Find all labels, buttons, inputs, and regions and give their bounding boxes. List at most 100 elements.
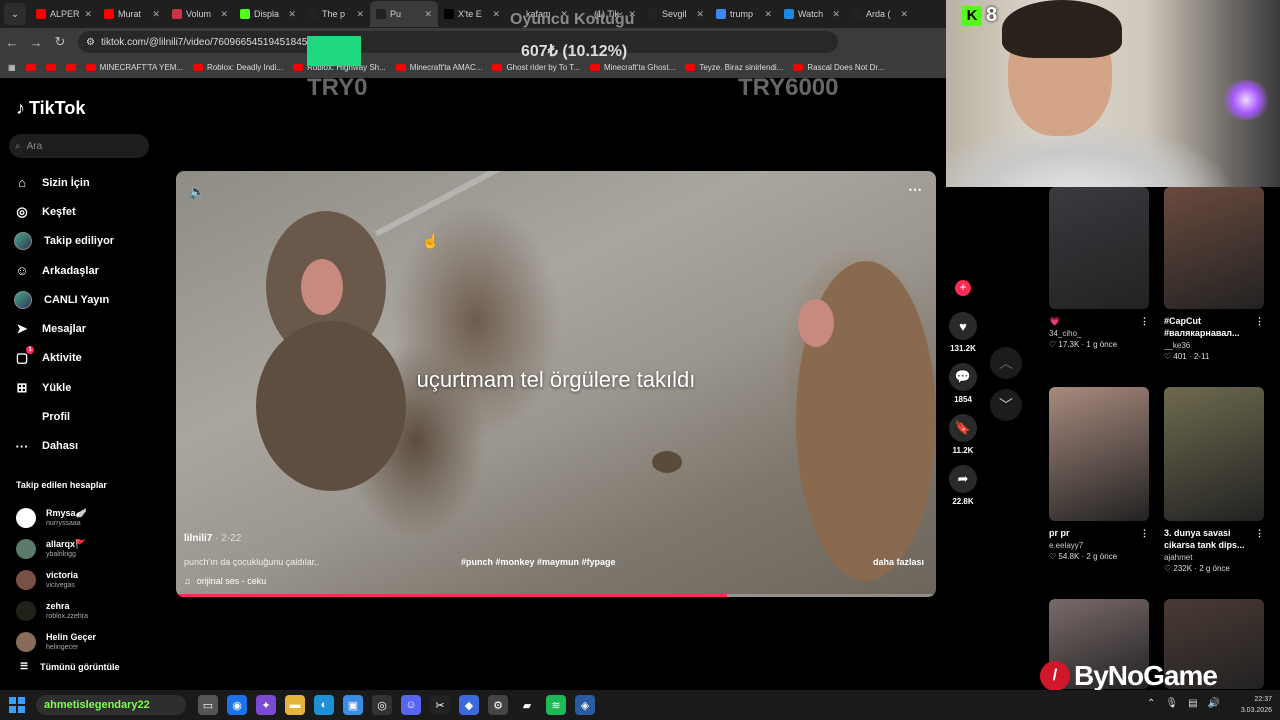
- browser-tab[interactable]: The p ✕: [302, 1, 370, 27]
- clock[interactable]: 22:37 3.03.2026: [1241, 694, 1272, 716]
- browser-tab[interactable]: Displa ✕: [234, 1, 302, 27]
- obs-icon[interactable]: ▰: [517, 695, 537, 715]
- volume-icon[interactable]: 🔈: [189, 184, 205, 200]
- app-icon[interactable]: ◆: [459, 695, 479, 715]
- more-options-icon[interactable]: ⋮: [1140, 527, 1149, 539]
- more-options-icon[interactable]: ⋮: [1255, 315, 1264, 339]
- more-options-icon[interactable]: ⋮: [1140, 315, 1149, 327]
- search-input[interactable]: ⌕ Ara: [9, 134, 149, 158]
- show-more-link[interactable]: daha fazlası: [873, 557, 924, 567]
- bookmark-youtube[interactable]: [25, 63, 36, 71]
- browser-tab[interactable]: Watch ✕: [778, 1, 846, 27]
- forward-icon[interactable]: →: [24, 35, 48, 50]
- bookmark-item[interactable]: Minecraft'ta AMAC...: [395, 63, 482, 72]
- close-icon[interactable]: ✕: [492, 9, 500, 20]
- bookmark-youtube[interactable]: [45, 63, 56, 71]
- file-explorer-icon[interactable]: ▬: [285, 695, 305, 715]
- video-player[interactable]: uçurtmam tel örgülere takıldı 🔈 ⋯ ☝ liln…: [176, 171, 936, 597]
- sidebar-item[interactable]: ··· Dahası: [14, 432, 164, 461]
- back-icon[interactable]: ←: [0, 35, 24, 50]
- task-view-icon[interactable]: ▭: [198, 695, 218, 715]
- sidebar-item[interactable]: ▢ Aktivite: [14, 344, 164, 373]
- edge-icon[interactable]: ◐: [314, 695, 334, 715]
- bookmark-item[interactable]: Minecraft'ta Ghost...: [589, 63, 675, 72]
- following-account[interactable]: allarqx🚩 ybalrilrigg: [16, 533, 166, 564]
- tab-search-button[interactable]: ⌄: [4, 3, 26, 25]
- settings-icon[interactable]: ⚙: [488, 695, 508, 715]
- browser-tab[interactable]: X'te E ✕: [438, 1, 506, 27]
- chevron-up-icon[interactable]: ⌃: [1147, 698, 1155, 709]
- tiktok-logo[interactable]: ♪ TikTok: [16, 98, 85, 119]
- url-field[interactable]: ⚙ tiktok.com/@lilnili7/video/76096654519…: [78, 31, 838, 53]
- browser-tab[interactable]: Sevgil ✕: [642, 1, 710, 27]
- bookmark-item[interactable]: Teyze. Biraz sinirlendi...: [685, 63, 783, 72]
- feed-thumbnail[interactable]: [1049, 387, 1149, 521]
- close-icon[interactable]: ✕: [84, 9, 92, 20]
- feed-user[interactable]: 34_ciho_: [1049, 329, 1149, 338]
- following-account[interactable]: Helin Geçer helingecer: [16, 626, 166, 657]
- bookmark-item[interactable]: Roblox: Deadly Indi...: [193, 63, 283, 72]
- feed-card[interactable]: #CapCut #валякарнавал... ⋮ __ke36 ♡ 401 · 2…: [1164, 187, 1264, 361]
- more-options-icon[interactable]: ⋮: [1255, 527, 1264, 551]
- feed-card[interactable]: pr pr ⋮ e.eelayy7 ♡ 54.8K · 2 g önce: [1049, 387, 1149, 561]
- bookmark-item[interactable]: Ghost rider by To T...: [492, 63, 580, 72]
- store-icon[interactable]: ▣: [343, 695, 363, 715]
- browser-tab[interactable]: Murat ✕: [98, 1, 166, 27]
- follow-button[interactable]: +: [955, 280, 971, 296]
- feed-card[interactable]: 💗 ⋮ 34_ciho_ ♡ 17.3K · 1 g önce: [1049, 187, 1149, 349]
- feed-thumbnail[interactable]: [1164, 387, 1264, 521]
- chrome-icon[interactable]: ◉: [227, 695, 247, 715]
- following-account[interactable]: victoria vicivegas: [16, 564, 166, 595]
- feed-user[interactable]: e.eelayy7: [1049, 541, 1149, 550]
- close-icon[interactable]: ✕: [900, 9, 908, 20]
- close-icon[interactable]: ✕: [220, 9, 228, 20]
- close-icon[interactable]: ✕: [696, 9, 704, 20]
- video-progress-bar[interactable]: [176, 594, 936, 597]
- following-account[interactable]: Rmysa🪽 nurryssaaa: [16, 502, 166, 533]
- comment-button[interactable]: 💬: [949, 363, 977, 391]
- sound-link[interactable]: ♫ orijinal ses - ceku: [184, 576, 266, 586]
- sidebar-item[interactable]: Profil: [14, 402, 164, 431]
- spotify-icon[interactable]: ≋: [546, 695, 566, 715]
- sidebar-item[interactable]: ◎ Keşfet: [14, 197, 164, 226]
- feed-thumbnail[interactable]: [1164, 187, 1264, 309]
- close-icon[interactable]: ✕: [288, 9, 296, 20]
- browser-tab[interactable]: Pu ✕: [370, 1, 438, 27]
- bookmark-item[interactable]: MINECRAFT'TA YEM...: [85, 63, 183, 72]
- site-info-icon[interactable]: ⚙: [86, 37, 95, 48]
- capcut-icon[interactable]: ✂: [430, 695, 450, 715]
- taskbar-search[interactable]: ahmetislegendary22: [36, 695, 186, 715]
- windows-start-icon[interactable]: [6, 694, 28, 716]
- network-icon[interactable]: ▤: [1188, 698, 1197, 709]
- roblox-icon[interactable]: ◈: [575, 695, 595, 715]
- bookmark-item[interactable]: Rascal Does Not Dr...: [793, 63, 884, 72]
- volume-icon[interactable]: 🔊: [1208, 698, 1220, 709]
- browser-tab[interactable]: trump ✕: [710, 1, 778, 27]
- like-button[interactable]: ♥: [949, 312, 977, 340]
- discord-icon[interactable]: ☺: [401, 695, 421, 715]
- video-hashtags[interactable]: #punch #monkey #maymun #fypage: [461, 557, 616, 567]
- more-options-icon[interactable]: ⋯: [908, 181, 922, 198]
- sidebar-item[interactable]: CANLI Yayın: [14, 285, 164, 314]
- save-button[interactable]: 🔖: [949, 414, 977, 442]
- previous-video-button[interactable]: ︿: [990, 347, 1022, 379]
- sidebar-item[interactable]: ➤ Mesajlar: [14, 314, 164, 343]
- video-author[interactable]: lilnili7 · 2-22: [184, 533, 241, 544]
- sidebar-item[interactable]: Takip ediliyor: [14, 227, 164, 256]
- see-all-button[interactable]: ☰ Tümünü görüntüle: [20, 661, 120, 672]
- apps-grid-icon[interactable]: ▦: [8, 63, 16, 72]
- feed-card[interactable]: 3. dunya savasi cikarsa tank dips... ⋮ aja…: [1164, 387, 1264, 573]
- share-button[interactable]: ➦: [949, 465, 977, 493]
- browser-tab[interactable]: Volum ✕: [166, 1, 234, 27]
- microphone-icon[interactable]: 🎙: [1165, 698, 1178, 709]
- sidebar-item[interactable]: ⌂ Sizin İçin: [14, 168, 164, 197]
- copilot-icon[interactable]: ✦: [256, 695, 276, 715]
- reload-icon[interactable]: ↻: [48, 34, 72, 50]
- sidebar-item[interactable]: ⊞ Yükle: [14, 373, 164, 402]
- bookmark-youtube[interactable]: [65, 63, 76, 71]
- close-icon[interactable]: ✕: [832, 9, 840, 20]
- close-icon[interactable]: ✕: [424, 9, 432, 20]
- close-icon[interactable]: ✕: [152, 9, 160, 20]
- close-icon[interactable]: ✕: [356, 9, 364, 20]
- feed-user[interactable]: ajahmet: [1164, 553, 1264, 562]
